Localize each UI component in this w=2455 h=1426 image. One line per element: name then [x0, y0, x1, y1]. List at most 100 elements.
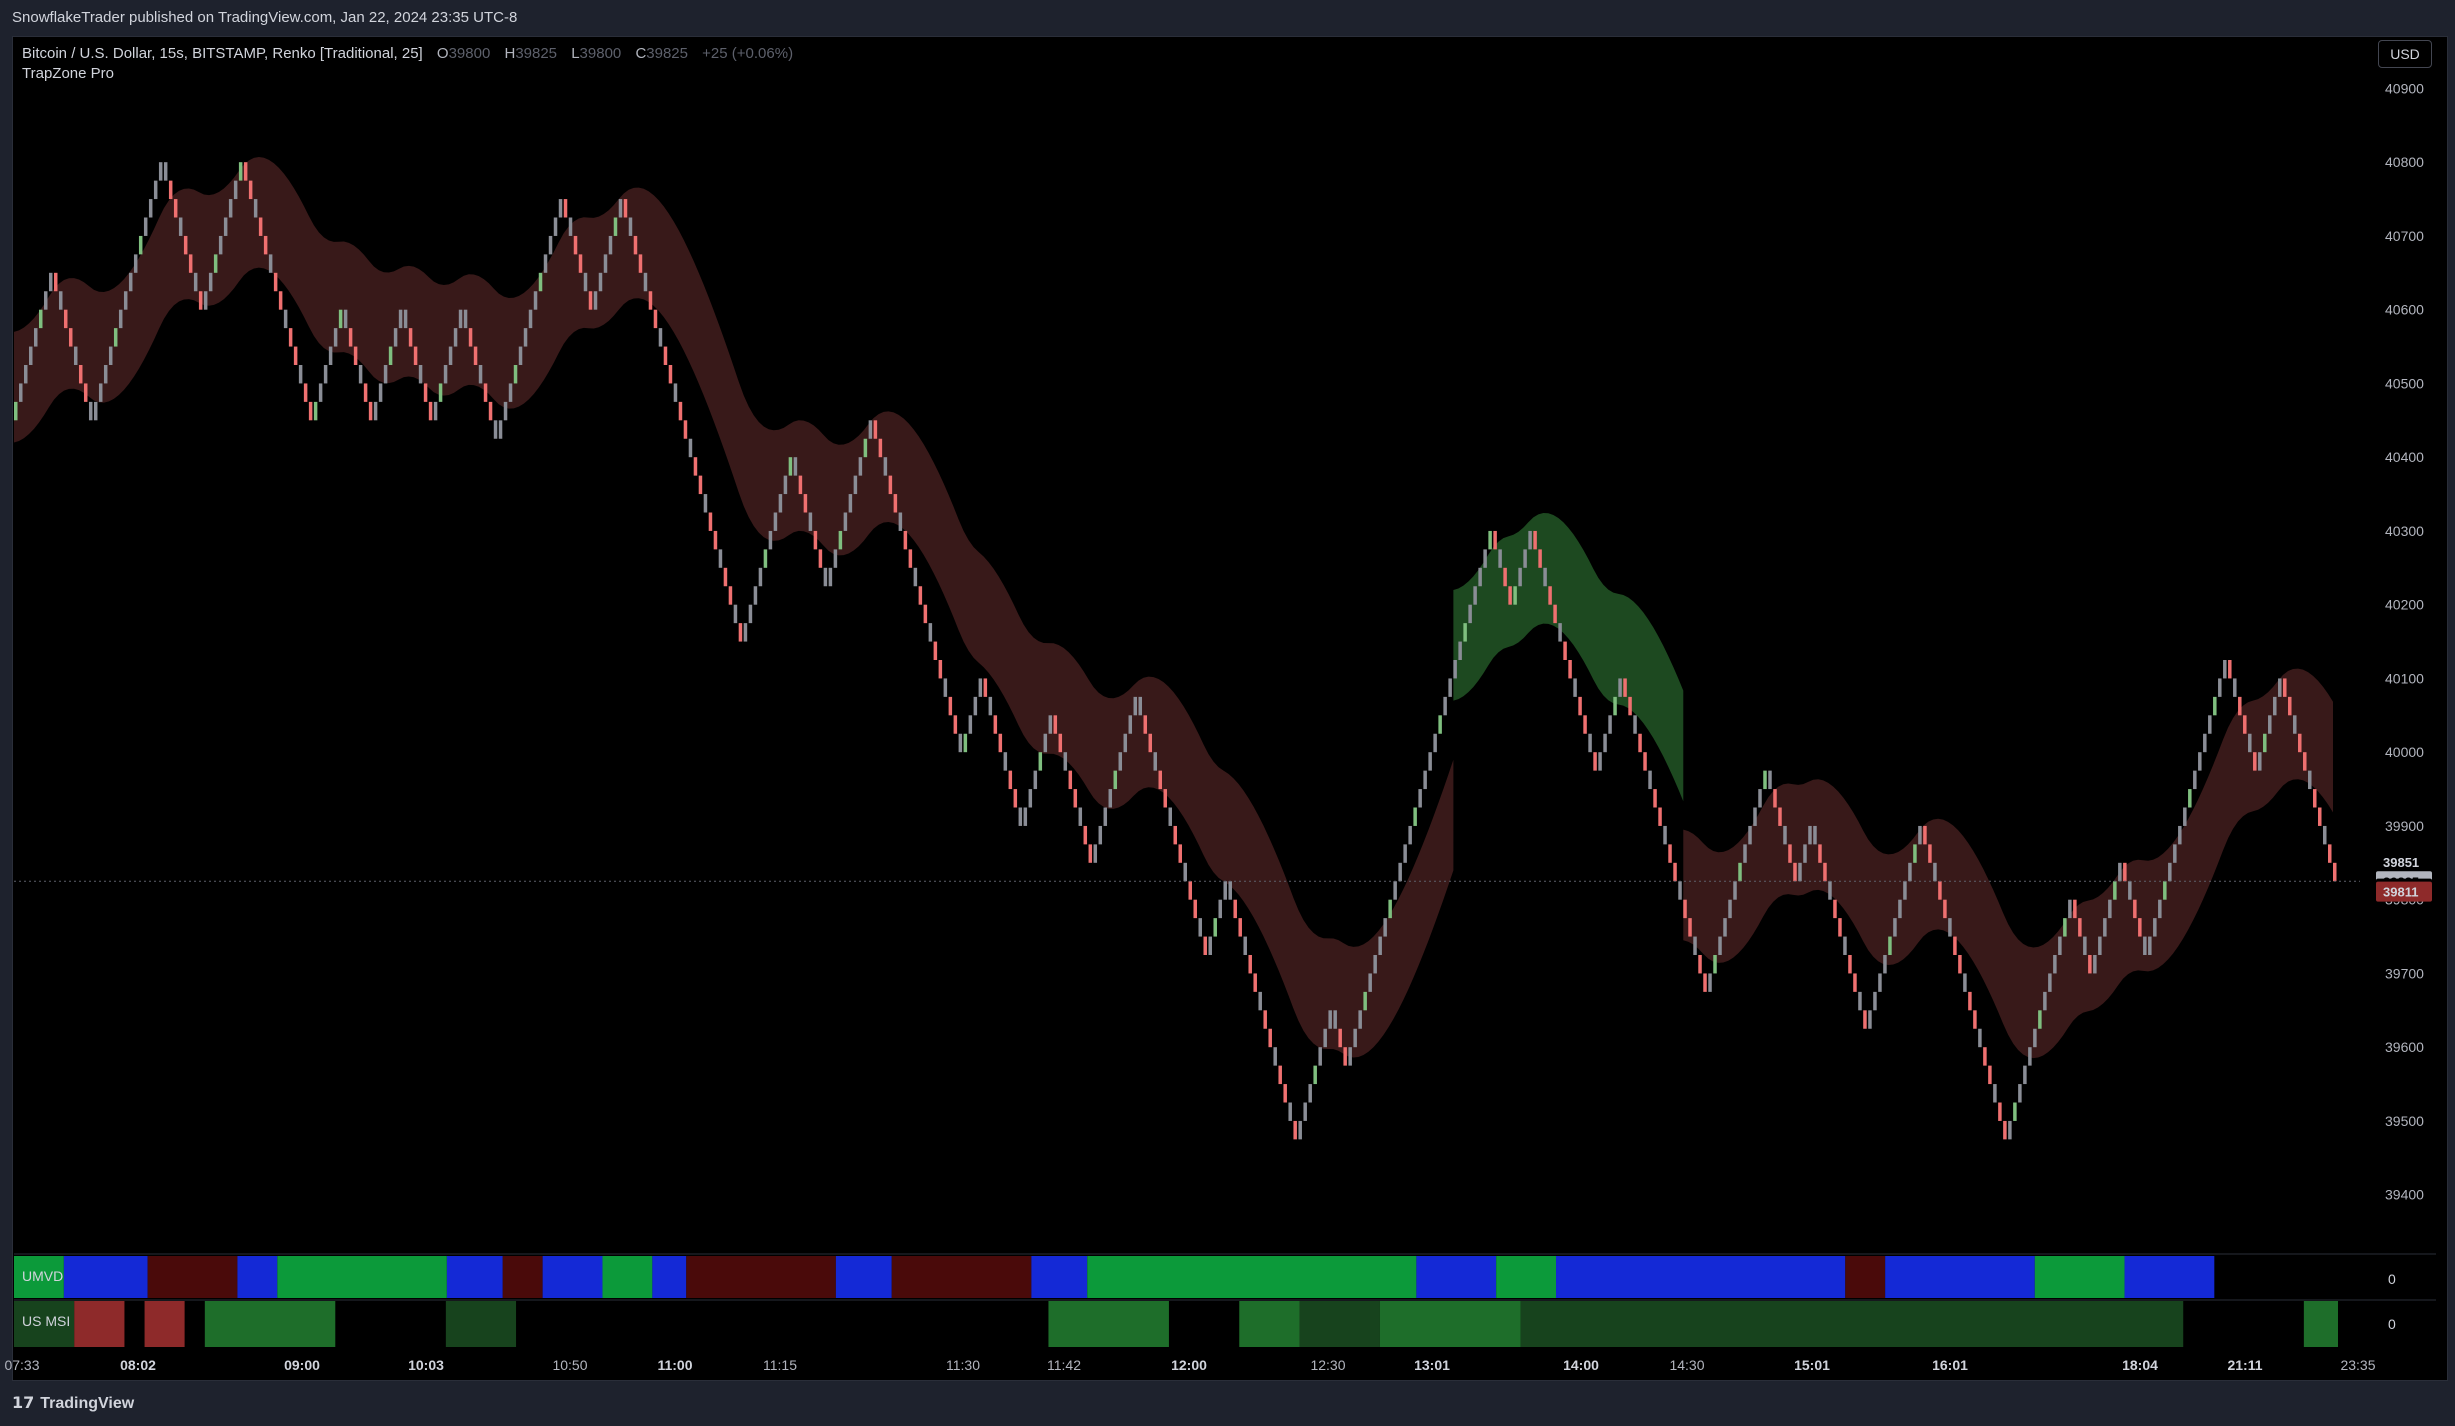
renko-brick — [1663, 825, 1667, 845]
renko-brick — [2243, 715, 2247, 734]
renko-brick — [603, 254, 608, 273]
renko-brick — [1398, 862, 1402, 882]
renko-brick — [2313, 789, 2317, 808]
renko-brick — [14, 401, 18, 421]
renko-brick — [1763, 770, 1767, 790]
renko-brick — [448, 346, 453, 365]
renko-brick — [1808, 825, 1812, 845]
usmsi-block — [204, 1301, 336, 1347]
renko-brick — [118, 309, 123, 329]
renko-brick — [1343, 1047, 1347, 1066]
footer-bar: 𝟭𝟳 TradingView — [0, 1381, 2455, 1426]
indicator-name[interactable]: TrapZone Pro — [22, 64, 793, 84]
renko-brick — [1888, 936, 1892, 955]
renko-brick — [793, 457, 798, 476]
renko-brick — [598, 272, 603, 292]
renko-brick — [2053, 955, 2057, 974]
renko-brick — [1733, 881, 1737, 900]
renko-brick — [613, 217, 618, 236]
renko-brick — [1488, 530, 1492, 550]
renko-brick — [1538, 549, 1542, 568]
renko-brick — [1088, 844, 1093, 863]
renko-brick — [283, 309, 288, 329]
renko-brick — [1803, 844, 1807, 863]
renko-brick — [313, 401, 318, 421]
renko-brick — [1703, 973, 1707, 992]
renko-brick — [223, 217, 228, 236]
x-tick-label: 13:01 — [1414, 1357, 1450, 1373]
umvd-block — [1845, 1256, 1886, 1298]
umvd-block — [1031, 1256, 1088, 1298]
renko-brick — [503, 401, 508, 421]
renko-brick — [863, 438, 868, 458]
renko-brick — [1348, 1047, 1352, 1066]
renko-brick — [928, 623, 933, 642]
renko-brick — [1588, 733, 1592, 753]
renko-brick — [1098, 825, 1103, 845]
y-tick-label: 40900 — [2385, 80, 2424, 96]
renko-brick — [103, 365, 108, 384]
renko-brick — [1108, 789, 1113, 808]
renko-brick — [1483, 549, 1487, 568]
renko-brick — [1208, 936, 1212, 955]
renko-brick — [688, 438, 693, 458]
renko-brick — [393, 328, 398, 347]
chart-canvas[interactable]: 40900 40800 40700 40600 40500 40400 40300 40200… — [0, 0, 2455, 1426]
usmsi-block — [1299, 1301, 1380, 1347]
renko-brick — [38, 309, 43, 329]
renko-brick — [2138, 918, 2142, 937]
umvd-value: 0 — [2388, 1271, 2396, 1287]
renko-brick — [943, 678, 948, 697]
renko-brick — [63, 309, 68, 329]
tradingview-logo[interactable]: 𝟭𝟳 TradingView — [12, 1395, 134, 1412]
renko-brick — [528, 309, 533, 329]
renko-brick — [1318, 1047, 1322, 1066]
renko-brick — [718, 549, 723, 568]
renko-brick — [748, 604, 753, 624]
renko-brick — [2153, 918, 2157, 937]
renko-brick — [1618, 678, 1622, 697]
renko-brick — [1008, 770, 1013, 790]
renko-brick — [878, 438, 883, 458]
renko-brick — [213, 254, 218, 273]
x-tick-label: 16:01 — [1932, 1357, 1968, 1373]
renko-brick — [1823, 862, 1827, 882]
renko-brick — [353, 346, 358, 365]
renko-brick — [273, 272, 278, 292]
renko-brick — [1978, 1028, 1982, 1048]
renko-brick — [1423, 770, 1427, 790]
renko-brick — [1638, 733, 1642, 753]
renko-brick — [1668, 844, 1672, 863]
currency-button[interactable]: USD — [2378, 40, 2432, 68]
usmsi-block — [184, 1301, 205, 1347]
renko-brick — [318, 383, 323, 402]
renko-brick — [338, 309, 343, 329]
renko-brick — [123, 291, 128, 310]
renko-brick — [1688, 918, 1692, 937]
symbol-title[interactable]: Bitcoin / U.S. Dollar, 15s, BITSTAMP, Re… — [22, 45, 423, 62]
renko-brick — [1138, 696, 1143, 716]
renko-brick — [1073, 789, 1078, 808]
renko-brick — [1308, 1084, 1312, 1103]
renko-brick — [1953, 936, 1957, 955]
renko-brick — [1128, 715, 1133, 734]
renko-brick — [1453, 660, 1457, 679]
renko-brick — [1353, 1028, 1357, 1048]
renko-brick — [828, 567, 833, 587]
bull-zone-1 — [1453, 513, 1684, 802]
renko-brick — [1833, 899, 1837, 919]
renko-brick — [1448, 678, 1452, 697]
renko-brick — [278, 291, 283, 310]
renko-brick — [818, 549, 823, 568]
renko-brick — [1013, 789, 1018, 808]
renko-brick — [178, 217, 183, 236]
y-tick-label: 39600 — [2385, 1039, 2424, 1055]
renko-brick — [403, 309, 408, 329]
renko-brick — [1983, 1047, 1987, 1066]
renko-brick — [1228, 881, 1232, 900]
renko-brick — [643, 272, 648, 292]
renko-brick — [413, 346, 418, 365]
renko-brick — [868, 420, 873, 439]
renko-brick — [2028, 1047, 2032, 1066]
renko-brick — [128, 272, 133, 292]
